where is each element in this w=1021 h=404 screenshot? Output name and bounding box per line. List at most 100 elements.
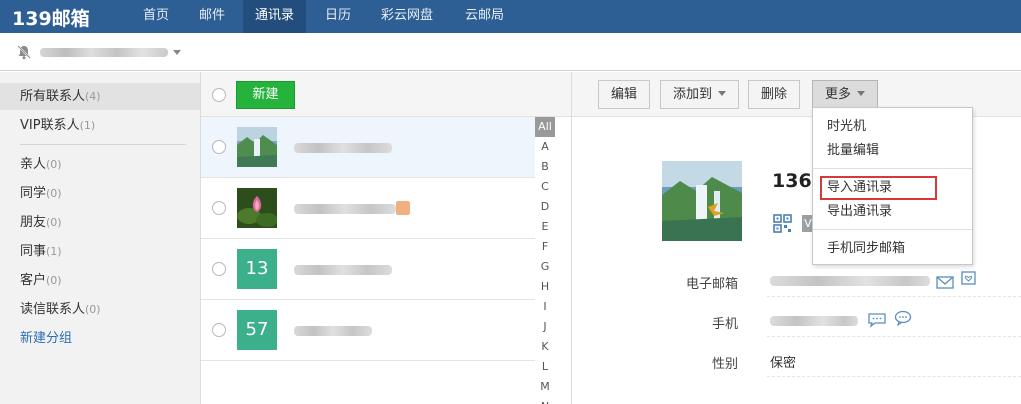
add-to-label: 添加到	[673, 87, 713, 102]
bell-muted-icon[interactable]	[16, 44, 32, 60]
logo[interactable]: 139邮箱	[12, 4, 90, 31]
group-count: (0)	[46, 274, 62, 287]
divider	[767, 376, 1021, 377]
group-count: (0)	[46, 216, 62, 229]
group-classmates[interactable]: 同学(0)	[0, 180, 200, 207]
row-radio[interactable]	[212, 201, 226, 215]
alpha-all[interactable]: All	[535, 117, 555, 137]
group-readers[interactable]: 读信联系人(0)	[0, 296, 200, 323]
group-clients[interactable]: 客户(0)	[0, 267, 200, 294]
alpha-letter[interactable]: F	[535, 237, 555, 257]
alpha-letter[interactable]: I	[535, 297, 555, 317]
group-label: 亲人	[20, 157, 47, 172]
nav-home[interactable]: 首页	[131, 0, 181, 33]
avatar-lotus	[237, 188, 277, 228]
more-button[interactable]: 更多	[812, 80, 879, 109]
alpha-letter[interactable]: G	[535, 257, 555, 277]
chevron-down-icon	[718, 91, 727, 96]
calendar-heart-icon[interactable]	[960, 270, 978, 286]
avatar-number: 13	[237, 249, 277, 289]
menu-item-batch-edit[interactable]: 批量编辑	[813, 139, 972, 163]
more-dropdown-menu: 时光机 批量编辑 导入通讯录 导出通讯录 手机同步邮箱	[812, 107, 973, 265]
group-label: 读信联系人	[20, 302, 86, 317]
contact-row[interactable]	[201, 117, 535, 178]
alpha-letter[interactable]: B	[535, 157, 555, 177]
new-contact-button[interactable]: 新建	[236, 81, 295, 109]
group-friends[interactable]: 朋友(0)	[0, 209, 200, 236]
contact-name: 136	[772, 170, 812, 192]
emoji-icon	[396, 201, 410, 215]
group-label: 同事	[20, 244, 47, 259]
phone-label: 手机	[711, 317, 738, 332]
contact-row[interactable]: 57	[201, 300, 535, 361]
alpha-letter[interactable]: N	[535, 397, 555, 404]
alpha-letter[interactable]: A	[535, 137, 555, 157]
group-count: (0)	[46, 187, 62, 200]
group-label: 客户	[20, 273, 47, 288]
menu-item-phone-sync[interactable]: 手机同步邮箱	[813, 237, 972, 261]
contact-name-blurred	[294, 143, 392, 153]
envelope-icon[interactable]	[936, 274, 954, 290]
group-label: 同学	[20, 186, 47, 201]
group-label: VIP联系人	[20, 118, 80, 133]
email-label: 电子邮箱	[685, 277, 738, 292]
account-name-blurred[interactable]	[40, 48, 168, 57]
nav-cloud-post[interactable]: 云邮局	[453, 0, 516, 33]
divider	[767, 336, 1021, 337]
list-header: 新建	[201, 72, 571, 117]
row-radio[interactable]	[212, 262, 226, 276]
menu-divider	[813, 168, 972, 169]
alpha-letter[interactable]: L	[535, 357, 555, 377]
contact-group-sidebar: 所有联系人(4) VIP联系人(1) 亲人(0) 同学(0) 朋友(0) 同事(…	[0, 72, 201, 404]
alpha-letter[interactable]: E	[535, 217, 555, 237]
chat-icon[interactable]	[894, 310, 912, 326]
alpha-letter[interactable]: J	[535, 317, 555, 337]
avatar-landscape	[237, 127, 277, 167]
nav-cloud-drive[interactable]: 彩云网盘	[369, 0, 445, 33]
group-vip[interactable]: VIP联系人(1)	[0, 112, 200, 139]
group-all-contacts[interactable]: 所有联系人(4)	[0, 83, 200, 110]
menu-item-time-machine[interactable]: 时光机	[813, 115, 972, 139]
chevron-down-icon[interactable]	[173, 50, 181, 55]
group-count: (0)	[85, 303, 101, 316]
gender-label: 性别	[711, 357, 738, 372]
gender-value: 保密	[770, 356, 797, 371]
account-bar	[0, 33, 1021, 71]
new-group-link[interactable]: 新建分组	[0, 325, 200, 352]
highlight-box	[820, 176, 937, 200]
qr-code-icon[interactable]	[773, 214, 792, 233]
contact-name-blurred	[294, 326, 372, 336]
alpha-letter[interactable]: C	[535, 177, 555, 197]
delete-button[interactable]: 删除	[748, 80, 801, 109]
menu-divider	[813, 229, 972, 230]
divider	[20, 144, 186, 145]
avatar-number: 57	[237, 310, 277, 350]
row-radio[interactable]	[212, 323, 226, 337]
contact-name-blurred	[294, 204, 396, 214]
group-colleagues[interactable]: 同事(1)	[0, 238, 200, 265]
email-value-blurred	[770, 276, 930, 286]
nav-mail[interactable]: 邮件	[187, 0, 237, 33]
group-family[interactable]: 亲人(0)	[0, 151, 200, 178]
contact-row[interactable]	[201, 178, 535, 239]
edit-button[interactable]: 编辑	[598, 80, 651, 109]
row-radio[interactable]	[212, 140, 226, 154]
group-count: (1)	[79, 119, 96, 132]
sms-icon[interactable]	[868, 312, 886, 328]
group-label: 朋友	[20, 215, 47, 230]
alpha-letter[interactable]: K	[535, 337, 555, 357]
nav-contacts[interactable]: 通讯录	[243, 0, 307, 33]
more-label: 更多	[825, 87, 852, 102]
alpha-letter[interactable]: H	[535, 277, 555, 297]
add-to-button[interactable]: 添加到	[660, 80, 740, 109]
nav-calendar[interactable]: 日历	[313, 0, 363, 33]
alpha-letter[interactable]: M	[535, 377, 555, 397]
alpha-letter[interactable]: D	[535, 197, 555, 217]
menu-item-export-contacts[interactable]: 导出通讯录	[813, 200, 972, 224]
contact-avatar	[662, 161, 742, 241]
contact-list-pane: 新建 13 57 All A B C D E F G H I J K L M	[201, 72, 572, 404]
select-all-radio[interactable]	[212, 88, 226, 102]
group-count: (4)	[85, 90, 101, 103]
group-count: (1)	[46, 245, 62, 258]
contact-row[interactable]: 13	[201, 239, 535, 300]
